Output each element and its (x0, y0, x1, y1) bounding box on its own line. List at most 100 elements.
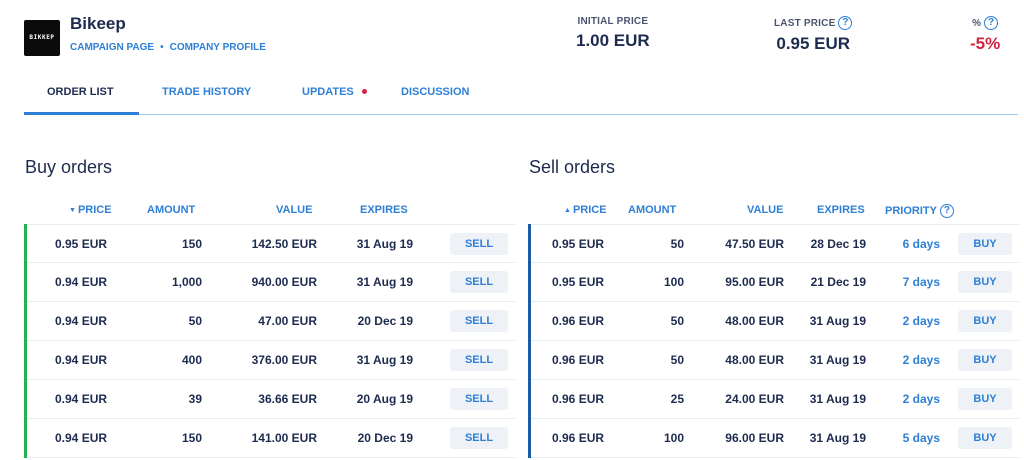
sell-price-cell: 0.95 EUR (552, 237, 605, 251)
last-price-help-icon[interactable]: ? (838, 16, 853, 30)
sell-expires-cell: 31 Aug 19 (809, 314, 866, 328)
company-name: Bikeep (70, 14, 126, 33)
buy-price-cell: 0.95 EUR (55, 237, 108, 251)
buy-button[interactable]: BUY (958, 349, 1012, 371)
buy-button[interactable]: BUY (958, 310, 1012, 332)
sell-order-row: 0.95 EUR 100 95.00 EUR 21 Dec 19 7 days BUY (531, 263, 1019, 302)
buy-expires-cell: 31 Aug 19 (356, 237, 413, 251)
sell-order-row: 0.96 EUR 100 96.00 EUR 31 Aug 19 5 days BUY (531, 419, 1019, 458)
buy-amount-cell: 150 (181, 237, 202, 251)
buy-price-cell: 0.94 EUR (55, 392, 108, 406)
buy-amount-cell: 400 (181, 353, 202, 367)
sell-value-header: VALUE (747, 204, 784, 216)
last-price-stat: LAST PRICE? 0.95 EUR (774, 16, 853, 54)
sell-amount-cell: 100 (663, 431, 684, 445)
sell-button[interactable]: SELL (450, 388, 508, 410)
buy-order-row: 0.94 EUR 50 47.00 EUR 20 Dec 19 SELL (27, 302, 515, 341)
company-profile-link[interactable]: COMPANY PROFILE (170, 42, 266, 53)
campaign-page-link[interactable]: CAMPAIGN PAGE (70, 42, 154, 53)
buy-order-row: 0.95 EUR 150 142.50 EUR 31 Aug 19 SELL (27, 224, 515, 263)
sell-value-cell: 96.00 EUR (725, 431, 784, 445)
sell-expires-cell: 31 Aug 19 (809, 431, 866, 445)
sell-priority-cell: 5 days (902, 431, 940, 445)
sell-order-row: 0.96 EUR 50 48.00 EUR 31 Aug 19 2 days BUY (531, 302, 1019, 341)
buy-button[interactable]: BUY (958, 233, 1012, 255)
buy-price-header[interactable]: ▼ PRICE (69, 204, 112, 216)
buy-value-cell: 376.00 EUR (251, 353, 317, 367)
buy-value-cell: 141.00 EUR (251, 431, 317, 445)
sell-price-header[interactable]: ▲ PRICE (564, 204, 607, 216)
sell-priority-cell: 7 days (902, 275, 940, 289)
tab-bar: ORDER LIST TRADE HISTORY UPDATES DISCUSS… (24, 78, 1018, 115)
buy-value-header: VALUE (276, 204, 313, 216)
company-links: CAMPAIGN PAGE • COMPANY PROFILE (70, 42, 266, 53)
sell-value-cell: 48.00 EUR (725, 353, 784, 367)
buy-order-row: 0.94 EUR 39 36.66 EUR 20 Aug 19 SELL (27, 380, 515, 419)
sell-button[interactable]: SELL (450, 427, 508, 449)
initial-price-label: INITIAL PRICE (577, 16, 649, 27)
sell-order-row: 0.95 EUR 50 47.50 EUR 28 Dec 19 6 days BUY (531, 224, 1019, 263)
buy-expires-cell: 20 Dec 19 (357, 314, 413, 328)
sell-amount-cell: 50 (670, 314, 684, 328)
tab-order-list[interactable]: ORDER LIST (47, 86, 114, 98)
tab-updates-label: UPDATES (302, 86, 354, 98)
buy-price-cell: 0.94 EUR (55, 314, 108, 328)
buy-expires-cell: 31 Aug 19 (356, 275, 413, 289)
sell-expires-cell: 28 Dec 19 (810, 237, 866, 251)
link-separator: • (160, 42, 164, 53)
sell-price-cell: 0.96 EUR (552, 353, 605, 367)
sell-orders-rows: 0.95 EUR 50 47.50 EUR 28 Dec 19 6 days BUY 0.9… (528, 224, 1019, 458)
sell-button[interactable]: SELL (450, 271, 508, 293)
sell-button[interactable]: SELL (450, 310, 508, 332)
buy-button[interactable]: BUY (958, 427, 1012, 449)
buy-button[interactable]: BUY (958, 271, 1012, 293)
buy-expires-cell: 20 Dec 19 (357, 431, 413, 445)
buy-amount-cell: 150 (181, 431, 202, 445)
buy-amount-cell: 39 (188, 392, 202, 406)
sell-priority-header: PRIORITY? (885, 204, 954, 218)
sell-expires-cell: 31 Aug 19 (809, 353, 866, 367)
sell-priority-cell: 2 days (902, 353, 940, 367)
updates-notification-dot (361, 88, 367, 94)
sell-button[interactable]: SELL (450, 233, 508, 255)
percent-change-value: -5% (970, 34, 1001, 53)
sell-amount-cell: 50 (670, 353, 684, 367)
sell-button[interactable]: SELL (450, 349, 508, 371)
buy-price-cell: 0.94 EUR (55, 353, 108, 367)
sell-expires-cell: 21 Dec 19 (810, 275, 866, 289)
buy-value-cell: 36.66 EUR (258, 392, 317, 406)
last-price-label: LAST PRICE? (774, 16, 853, 30)
percent-change-help-icon[interactable]: ? (984, 16, 999, 30)
last-price-value: 0.95 EUR (776, 34, 851, 53)
sell-amount-cell: 100 (663, 275, 684, 289)
buy-value-cell: 142.50 EUR (251, 237, 317, 251)
buy-orders-rows: 0.95 EUR 150 142.50 EUR 31 Aug 19 SELL 0.94 E… (24, 224, 515, 458)
percent-change-stat: %? -5% (970, 16, 1000, 54)
buy-order-row: 0.94 EUR 150 141.00 EUR 20 Dec 19 SELL (27, 419, 515, 458)
sell-value-cell: 24.00 EUR (725, 392, 784, 406)
buy-value-cell: 940.00 EUR (251, 275, 317, 289)
buy-button[interactable]: BUY (958, 388, 1012, 410)
buy-amount-cell: 50 (188, 314, 202, 328)
sell-price-cell: 0.96 EUR (552, 431, 605, 445)
tab-discussion[interactable]: DISCUSSION (401, 86, 469, 98)
sell-value-cell: 48.00 EUR (725, 314, 784, 328)
tab-trade-history[interactable]: TRADE HISTORY (162, 86, 251, 98)
priority-help-icon[interactable]: ? (939, 204, 954, 218)
sell-priority-cell: 6 days (902, 237, 940, 251)
buy-price-cell: 0.94 EUR (55, 431, 108, 445)
buy-amount-header: AMOUNT (147, 204, 196, 216)
initial-price-stat: INITIAL PRICE 1.00 EUR (576, 16, 650, 51)
buy-order-row: 0.94 EUR 400 376.00 EUR 31 Aug 19 SELL (27, 341, 515, 380)
sell-order-row: 0.96 EUR 25 24.00 EUR 31 Aug 19 2 days BUY (531, 380, 1019, 419)
sell-amount-cell: 50 (670, 237, 684, 251)
sort-desc-icon: ▼ (69, 207, 76, 214)
initial-price-value: 1.00 EUR (576, 31, 650, 50)
tab-updates[interactable]: UPDATES (302, 86, 367, 98)
sort-asc-icon: ▲ (564, 207, 571, 214)
buy-amount-cell: 1,000 (171, 275, 202, 289)
buy-order-row: 0.94 EUR 1,000 940.00 EUR 31 Aug 19 SELL (27, 263, 515, 302)
buy-expires-cell: 20 Aug 19 (356, 392, 413, 406)
sell-price-cell: 0.95 EUR (552, 275, 605, 289)
sell-value-cell: 95.00 EUR (725, 275, 784, 289)
